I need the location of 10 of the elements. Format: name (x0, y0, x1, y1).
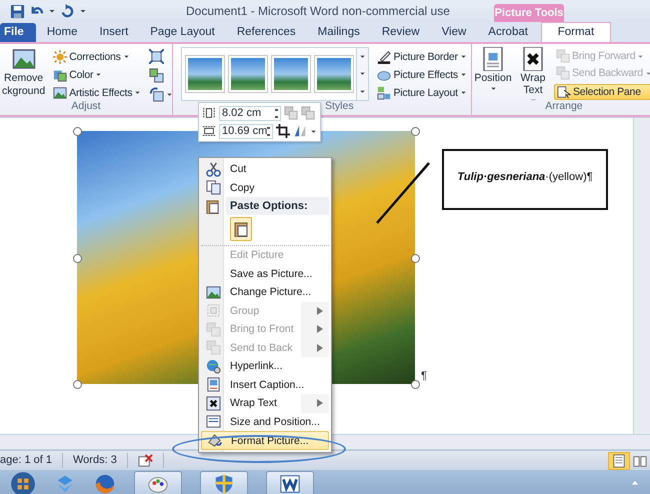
menu-header: Paste Options: (229, 200, 308, 212)
paragraph-mark: ¶ (421, 370, 427, 382)
group-label: Adjust (71, 100, 101, 114)
status-text: age: 1 of 1 (0, 453, 63, 468)
callout-text: Tulip·gesneriana·(yellow)¶ (457, 171, 593, 183)
window-title: Document1 - Microsoft Word non-commercial use (186, 4, 450, 18)
group-label: Arrange (545, 100, 583, 114)
status-text: Words: 3 (63, 453, 128, 468)
contextual-tab-label: Picture Tools (494, 4, 564, 22)
group-label: Styles (325, 100, 354, 114)
